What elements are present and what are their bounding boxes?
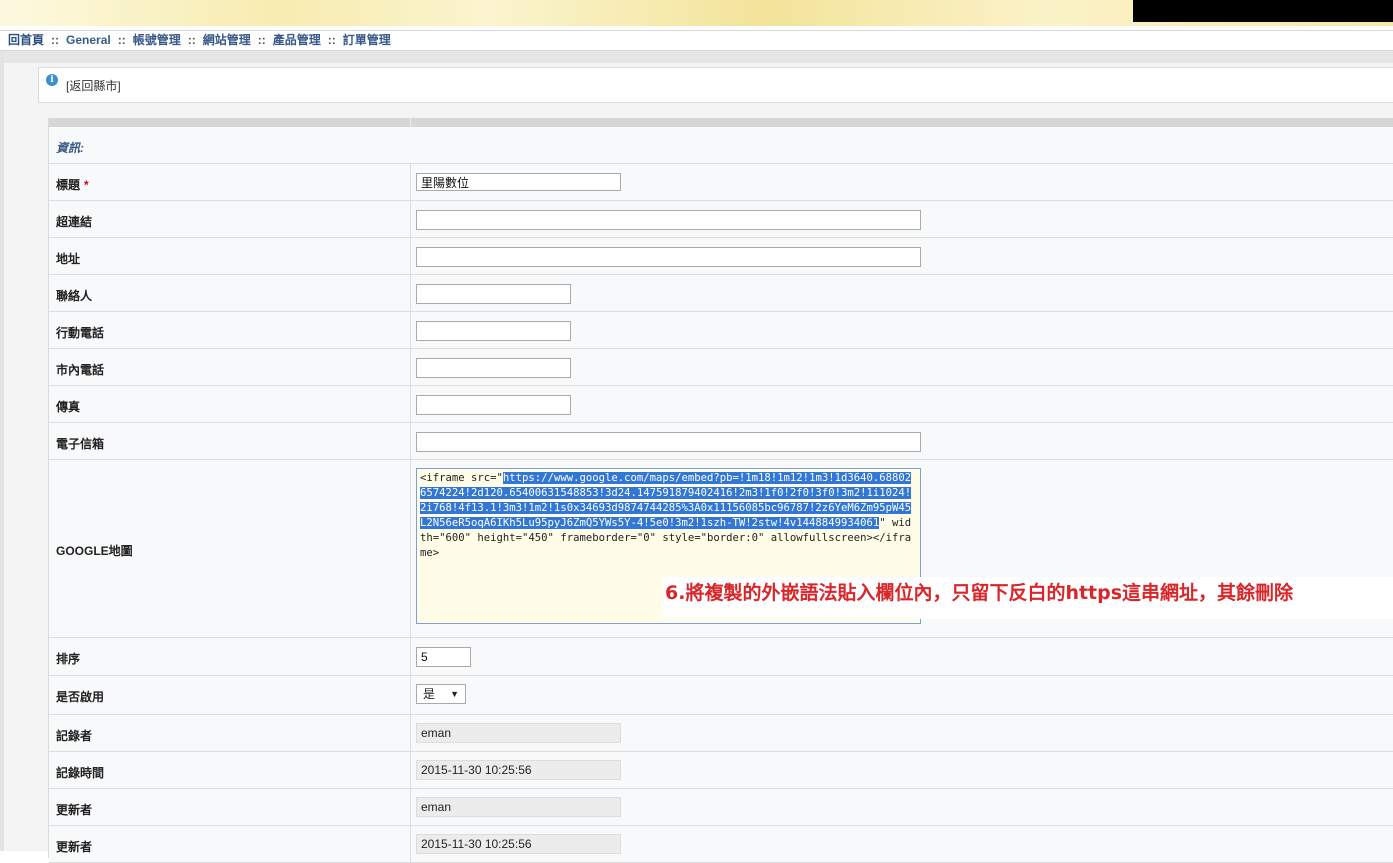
- form-row-enabled: 是否啟用 是 ▼: [49, 676, 1393, 715]
- form-row-title: 標題 * 里陽數位: [49, 164, 1393, 201]
- record-time-readonly: 2015-11-30 10:25:56: [416, 760, 621, 780]
- form-row-phone: 市內電話: [49, 349, 1393, 386]
- recorder-readonly: eman: [416, 723, 621, 743]
- column-divider: [410, 238, 411, 274]
- embed-code-prefix: <iframe src=": [420, 472, 503, 484]
- column-divider: [410, 423, 411, 459]
- field-label-phone: 市內電話: [56, 363, 105, 377]
- form-row-record-time: 記錄時間 2015-11-30 10:25:56: [49, 752, 1393, 789]
- form-row-email: 電子信箱: [49, 423, 1393, 460]
- menu-separator: ::: [117, 33, 126, 47]
- menu-product[interactable]: 產品管理: [273, 31, 321, 50]
- form-row-contact: 聯絡人: [49, 275, 1393, 312]
- instruction-annotation: 6.將複製的外嵌語法貼入欄位內，只留下反白的https這串網址，其餘刪除: [663, 577, 1393, 619]
- form-header-divider: [410, 118, 411, 127]
- edit-form: 資訊: 標題 * 里陽數位 超連結 地址 聯絡人 行動電話 市內電話 傳真 電子信…: [48, 118, 1393, 863]
- top-divider-bar: [4, 51, 1393, 63]
- form-row-recorder: 記錄者 eman: [49, 715, 1393, 752]
- chevron-down-icon: ▼: [450, 689, 459, 699]
- menu-separator: ::: [187, 33, 196, 47]
- title-input[interactable]: 里陽數位: [416, 173, 621, 191]
- field-label-fax: 傳真: [56, 400, 81, 414]
- breadcrumb-menu: 回首頁:: General:: 帳號管理:: 網站管理:: 產品管理:: 訂單管理: [0, 30, 1393, 51]
- form-row-mobile: 行動電話: [49, 312, 1393, 349]
- column-divider: [410, 386, 411, 422]
- menu-account[interactable]: 帳號管理: [133, 31, 181, 50]
- field-label-updater: 更新者: [56, 803, 93, 817]
- field-label-recorder: 記錄者: [56, 729, 93, 743]
- field-label-address: 地址: [56, 252, 81, 266]
- enabled-select[interactable]: 是 ▼: [416, 684, 466, 704]
- form-row-link: 超連結: [49, 201, 1393, 238]
- back-to-county-link[interactable]: [返回縣市]: [66, 77, 121, 94]
- update-time-readonly: 2015-11-30 10:25:56: [416, 834, 621, 854]
- menu-separator: ::: [257, 33, 266, 47]
- updater-readonly: eman: [416, 797, 621, 817]
- column-divider: [410, 201, 411, 237]
- menu-home[interactable]: 回首頁: [8, 31, 44, 50]
- form-row-fax: 傳真: [49, 386, 1393, 423]
- required-mark: *: [84, 178, 89, 192]
- field-label-enabled: 是否啟用: [56, 690, 105, 704]
- menu-separator: ::: [327, 33, 336, 47]
- form-header-bar: [49, 118, 1393, 127]
- phone-input[interactable]: [416, 358, 571, 378]
- column-divider: [410, 349, 411, 385]
- notice-box: [38, 67, 1393, 103]
- field-label-contact: 聯絡人: [56, 289, 93, 303]
- fax-input[interactable]: [416, 395, 571, 415]
- menu-separator: ::: [51, 33, 60, 47]
- field-label-record-time: 記錄時間: [56, 766, 105, 780]
- column-divider: [410, 789, 411, 825]
- column-divider: [410, 164, 411, 200]
- column-divider: [410, 676, 411, 714]
- menu-website[interactable]: 網站管理: [203, 31, 251, 50]
- form-row-update-time: 更新者 2015-11-30 10:25:56: [49, 826, 1393, 863]
- column-divider: [410, 715, 411, 751]
- column-divider: [410, 752, 411, 788]
- field-label-sort: 排序: [56, 652, 81, 666]
- banner-dark-panel: [1133, 0, 1393, 22]
- email-input[interactable]: [416, 432, 921, 452]
- section-label: 資訊:: [56, 141, 84, 155]
- address-input[interactable]: [416, 247, 921, 267]
- column-divider: [410, 826, 411, 862]
- field-label-google-map: GOOGLE地圖: [56, 544, 133, 558]
- mobile-input[interactable]: [416, 321, 571, 341]
- field-label-email: 電子信箱: [56, 437, 105, 451]
- column-divider: [410, 312, 411, 348]
- contact-input[interactable]: [416, 284, 571, 304]
- form-row-sort: 排序 5: [49, 638, 1393, 676]
- field-label-mobile: 行動電話: [56, 326, 105, 340]
- field-label-link: 超連結: [56, 215, 93, 229]
- info-icon: i: [46, 74, 58, 86]
- sort-input[interactable]: 5: [416, 647, 471, 667]
- form-row-address: 地址: [49, 238, 1393, 275]
- field-label-title-text: 標題: [56, 178, 81, 192]
- column-divider: [410, 460, 411, 637]
- menu-general[interactable]: General: [66, 31, 111, 50]
- menu-order[interactable]: 訂單管理: [343, 31, 391, 50]
- link-input[interactable]: [416, 210, 921, 230]
- form-row-updater: 更新者 eman: [49, 789, 1393, 826]
- field-label-title: 標題 *: [56, 176, 89, 193]
- section-row: 資訊:: [49, 127, 1393, 164]
- column-divider: [410, 638, 411, 675]
- column-divider: [410, 275, 411, 311]
- field-label-update-time: 更新者: [56, 840, 93, 854]
- enabled-select-value: 是: [423, 687, 436, 701]
